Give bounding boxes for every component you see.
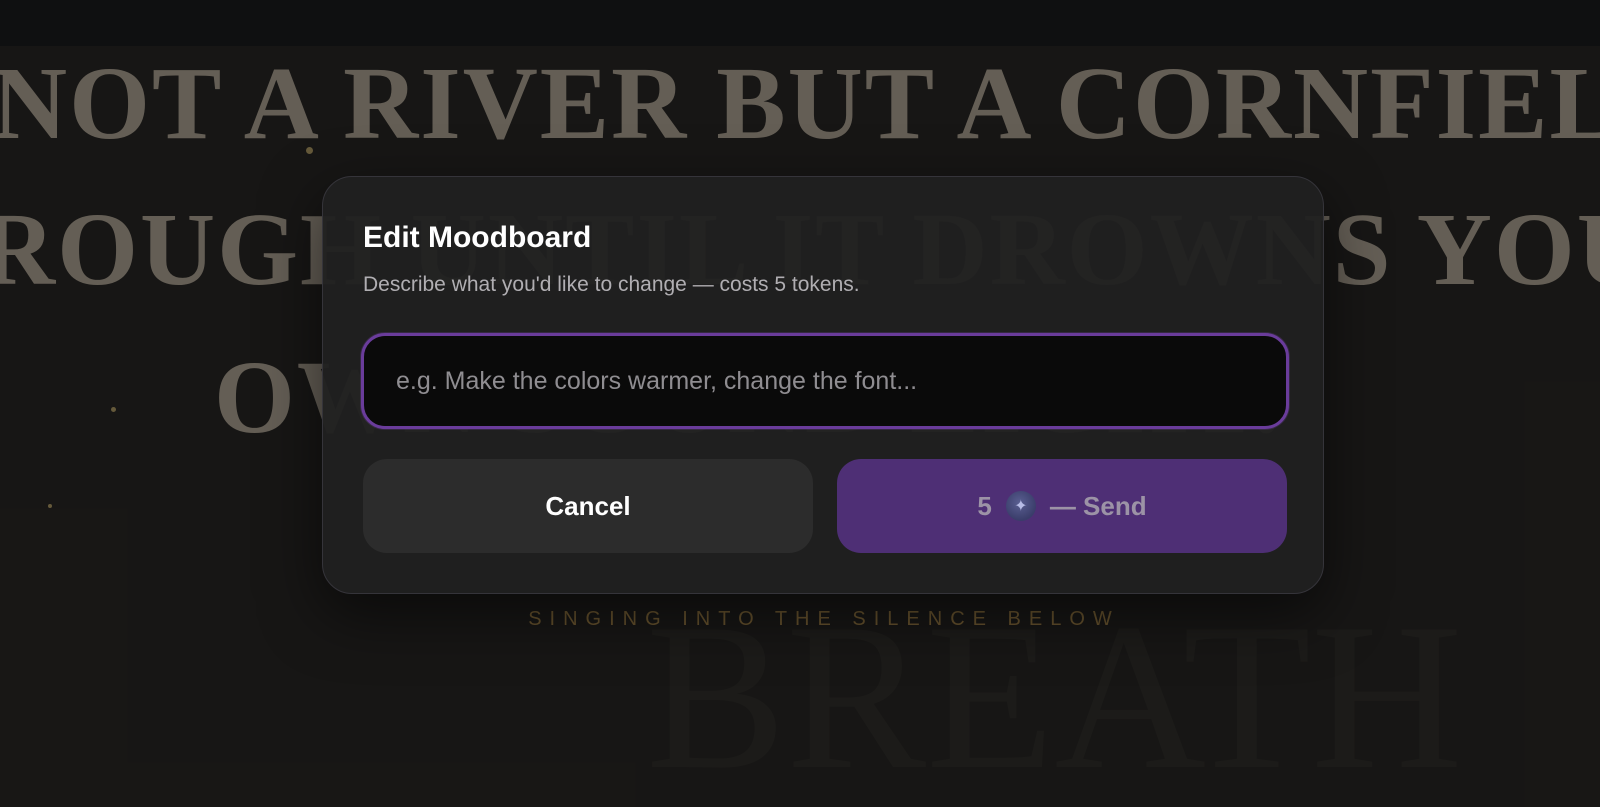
dialog-title: Edit Moodboard: [363, 221, 592, 254]
send-cost: 5: [977, 490, 992, 521]
top-bar: [0, 0, 1600, 46]
edit-request-input[interactable]: [361, 333, 1289, 429]
cancel-button[interactable]: Cancel: [363, 459, 813, 553]
edit-moodboard-dialog: Edit Moodboard Describe what you'd like …: [322, 176, 1324, 594]
moodboard-page: NOT A RIVER BUT A CORNFIELD ROUGH UNTIL …: [0, 0, 1600, 807]
cancel-button-label: Cancel: [545, 490, 631, 521]
send-button-label: — Send: [1049, 490, 1147, 521]
dialog-description: Describe what you'd like to change — cos…: [363, 273, 860, 296]
send-button[interactable]: 5 ✦ — Send: [837, 459, 1287, 553]
sparkle-token-icon: ✦: [1005, 491, 1036, 521]
